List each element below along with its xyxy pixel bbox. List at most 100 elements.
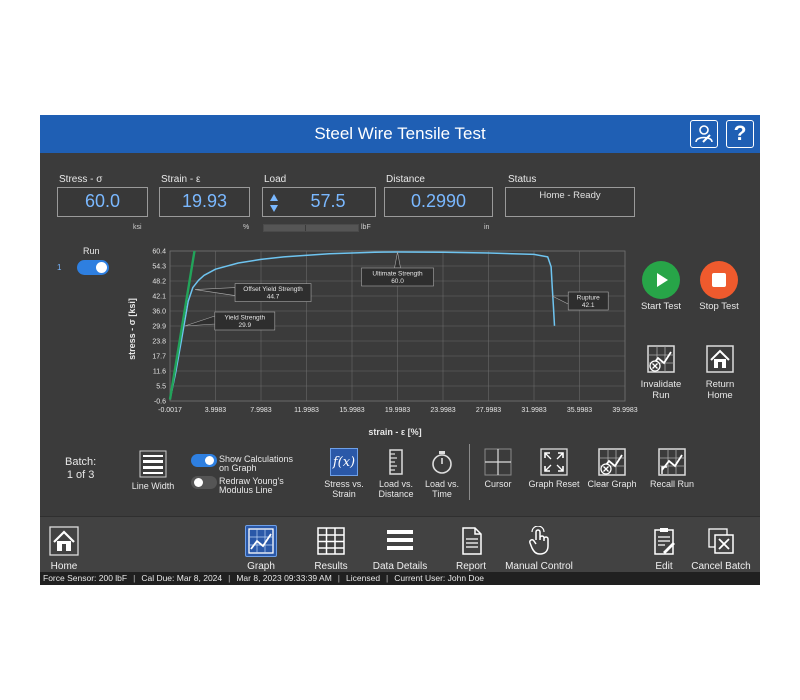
stop-icon	[712, 273, 726, 287]
stress-vs-strain-button[interactable]: f(x) Stress vs. Strain	[318, 448, 370, 499]
load-vs-time-button[interactable]: Load vs. Time	[417, 448, 467, 499]
status-label: Status	[508, 174, 537, 185]
stress-label: Stress - σ	[59, 174, 103, 185]
recall-run-label: Recall Run	[649, 479, 695, 489]
nav-cancel-batch-label: Cancel Batch	[691, 561, 751, 572]
play-icon	[657, 273, 668, 287]
nav-data-details[interactable]: Data Details	[368, 517, 432, 572]
status-bar: Force Sensor: 200 lbF | Cal Due: Mar 8, 20…	[40, 572, 760, 585]
nav-cancel-batch[interactable]: Cancel Batch	[690, 517, 752, 572]
clear-graph-button[interactable]: Clear Graph	[584, 448, 640, 489]
app-title: Steel Wire Tensile Test	[314, 124, 486, 143]
distance-label: Distance	[386, 174, 425, 185]
nav-home[interactable]: Home	[44, 517, 84, 572]
run-toggle-knob	[96, 262, 107, 273]
line-width-button[interactable]: Line Width	[128, 450, 178, 491]
show-calculations-knob	[205, 456, 214, 465]
title-bar: Steel Wire Tensile Test ?	[40, 115, 760, 153]
callout-value: 29.9	[238, 322, 251, 329]
crosshair-icon	[484, 448, 512, 476]
function-icon: f(x)	[332, 454, 356, 470]
load-value-box[interactable]: 57.5	[262, 187, 376, 217]
x-tick-label: 35.9983	[567, 407, 592, 414]
invalidate-run-button[interactable]	[647, 345, 675, 373]
nav-graph[interactable]: Graph	[241, 517, 281, 572]
callout-value: 44.7	[267, 294, 280, 301]
clear-graph-icon	[598, 448, 626, 476]
callout-label: Ultimate Strength	[372, 270, 423, 277]
stress-vs-strain-label: Stress vs. Strain	[324, 479, 364, 499]
y-axis-label: stress - σ [ksi]	[127, 298, 137, 360]
recall-run-icon	[658, 448, 686, 476]
cal-due-status: Cal Due: Mar 8, 2024	[141, 573, 223, 583]
nav-edit[interactable]: Edit	[646, 517, 682, 572]
y-tick-label: 17.7	[152, 354, 166, 361]
user-edit-icon	[695, 125, 713, 143]
nav-results-label: Results	[314, 561, 348, 572]
help-button[interactable]: ?	[726, 120, 754, 148]
x-tick-label: 3.9983	[205, 407, 227, 414]
cursor-label: Cursor	[484, 479, 512, 489]
x-tick-label: 31.9983	[521, 407, 546, 414]
load-vs-distance-button[interactable]: Load vs. Distance	[370, 448, 422, 499]
run-label: Run	[83, 246, 100, 256]
invalidate-run-label: Invalidate Run	[640, 379, 682, 401]
recall-run-button[interactable]: Recall Run	[644, 448, 700, 489]
x-axis-label: strain - ε [%]	[368, 427, 421, 437]
user-profile-button[interactable]	[690, 120, 718, 148]
strain-label: Strain - ε	[161, 174, 201, 185]
redraw-modulus-knob	[194, 478, 203, 487]
nav-report-label: Report	[455, 561, 486, 572]
ruler-icon	[389, 449, 403, 475]
load-value: 57.5	[310, 191, 346, 211]
graph-reset-label: Graph Reset	[528, 479, 580, 489]
start-test-button[interactable]	[642, 261, 680, 299]
nav-results[interactable]: Results	[310, 517, 352, 572]
status-value: Home - Ready	[505, 187, 635, 217]
callout-value: 42.1	[582, 302, 595, 309]
run-toggle[interactable]	[77, 260, 109, 275]
stress-strain-chart[interactable]: -0.0017 3.9983 7.9983 11.9983 15.9983 19.9983…	[125, 243, 638, 443]
data-details-icon	[387, 530, 413, 550]
distance-unit: in	[484, 224, 490, 231]
return-home-icon	[706, 345, 734, 373]
start-test-label: Start Test	[641, 301, 681, 312]
callout-label: Rupture	[577, 295, 601, 302]
x-tick-label: 39.9983	[612, 407, 637, 414]
table-icon	[317, 527, 345, 555]
y-tick-label: 60.4	[152, 249, 166, 256]
invalidate-chart-icon	[647, 345, 675, 373]
callout-value: 60.0	[391, 278, 404, 285]
load-progress-bar	[263, 224, 359, 232]
nav-report[interactable]: Report	[452, 517, 490, 572]
run-index: 1	[57, 263, 62, 272]
stop-test-button[interactable]	[700, 261, 738, 299]
y-tick-label: 11.6	[153, 369, 166, 376]
batch-position: 1 of 3	[66, 469, 95, 481]
y-tick-label: 42.1	[152, 294, 166, 301]
y-tick-label: 36.0	[152, 309, 166, 316]
show-calculations-toggle[interactable]	[191, 454, 217, 467]
report-icon	[462, 527, 482, 555]
batch-label: Batch:	[65, 456, 97, 468]
touch-hand-icon	[529, 526, 549, 555]
line-width-label: Line Width	[131, 481, 175, 491]
x-tick-label: 27.9983	[476, 407, 501, 414]
redraw-modulus-toggle[interactable]	[191, 476, 217, 489]
license-status: Licensed	[346, 573, 381, 583]
batch-indicator: Batch: 1 of 3	[65, 456, 96, 482]
cursor-button[interactable]: Cursor	[473, 448, 523, 489]
graph-reset-button[interactable]: Graph Reset	[526, 448, 582, 489]
tensile-test-app: Steel Wire Tensile Test ? Stress - σ 60.…	[40, 115, 760, 585]
nav-manual-control-label: Manual Control	[505, 561, 573, 572]
current-user-status: Current User: John Doe	[394, 573, 485, 583]
nav-manual-control[interactable]: Manual Control	[504, 517, 574, 572]
show-calculations-label: Show Calculations on Graph	[219, 454, 294, 473]
y-tick-label: 5.5	[156, 384, 166, 391]
return-home-button[interactable]	[706, 345, 734, 373]
up-down-arrows-icon	[270, 194, 278, 212]
nav-graph-label: Graph	[247, 561, 275, 572]
cancel-batch-icon	[708, 528, 734, 554]
y-tick-label: 48.2	[152, 279, 166, 286]
return-home-label: Return Home	[705, 379, 735, 401]
